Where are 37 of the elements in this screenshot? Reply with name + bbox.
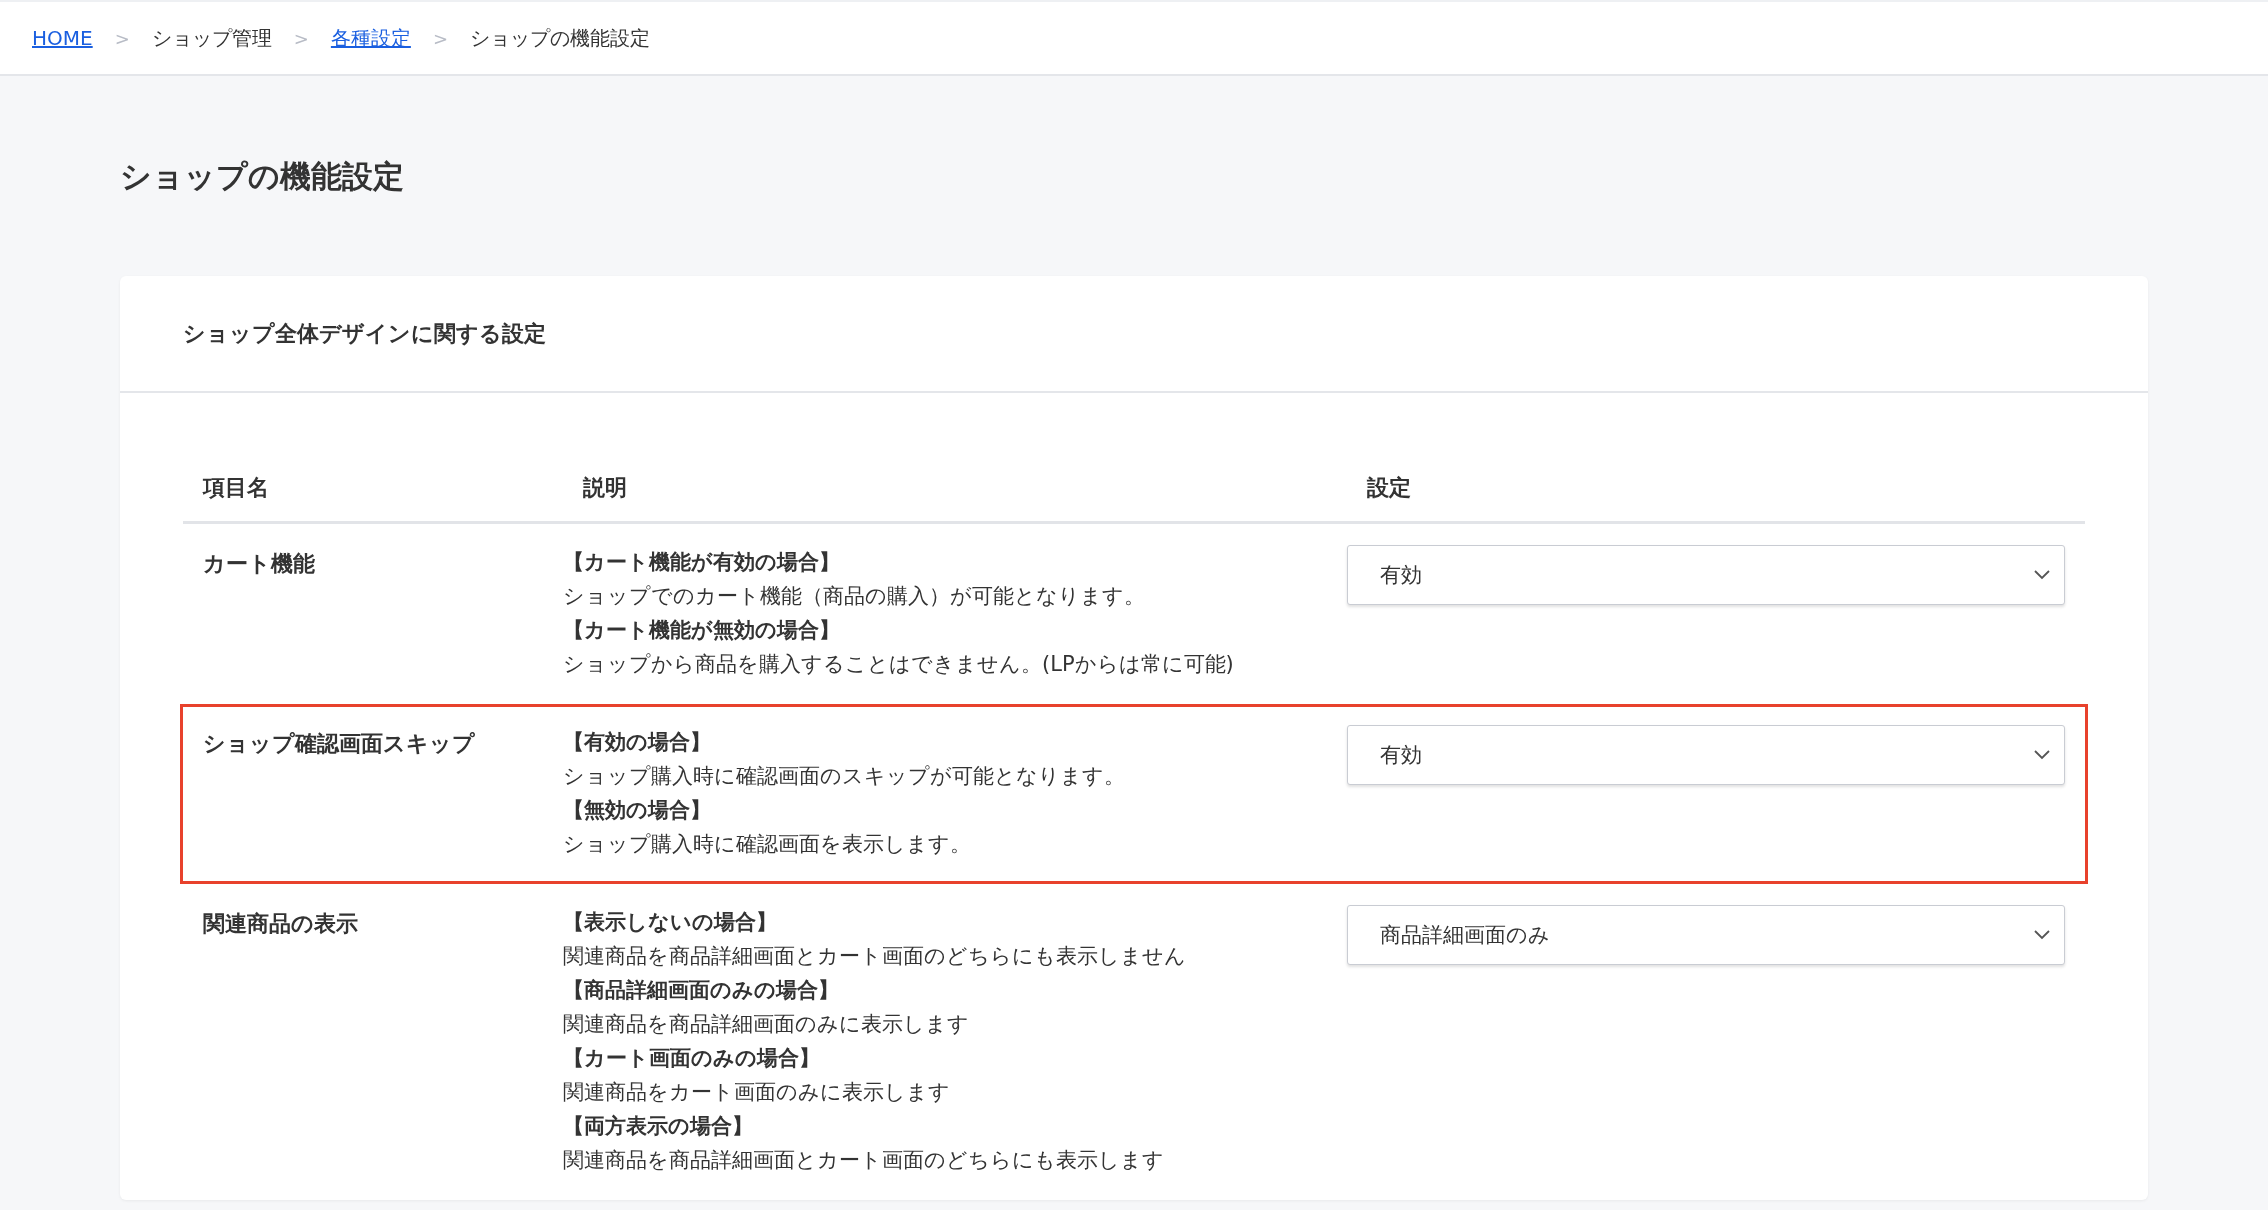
breadcrumb-text: ショップ管理 — [151, 24, 272, 52]
breadcrumb-link[interactable]: HOME — [32, 26, 93, 50]
breadcrumb-separator: > — [293, 27, 309, 49]
card-title: ショップ全体デザインに関する設定 — [183, 319, 546, 348]
setting-select[interactable]: 有効 — [1347, 545, 2065, 605]
chevron-down-icon — [2034, 750, 2050, 760]
description-heading: 【カート画面のみの場合】 — [563, 1045, 820, 1072]
description-text: ショップから商品を購入することはできません。(LPからは常に可能) — [563, 651, 1234, 678]
setting-name: カート機能 — [202, 550, 315, 578]
description-heading: 【カート機能が無効の場合】 — [563, 617, 840, 644]
description-heading: 【カート機能が有効の場合】 — [563, 549, 840, 576]
description-text: ショップ購入時に確認画面を表示します。 — [563, 831, 971, 858]
chevron-down-icon — [2034, 570, 2050, 580]
breadcrumb-text: ショップの機能設定 — [469, 24, 650, 52]
setting-name: ショップ確認画面スキップ — [202, 730, 475, 758]
description-heading: 【表示しないの場合】 — [563, 909, 777, 936]
page-title: ショップの機能設定 — [120, 157, 405, 196]
description-text: 関連商品をカート画面のみに表示します — [563, 1079, 950, 1106]
breadcrumb-separator: > — [114, 27, 130, 49]
description-heading: 【有効の場合】 — [563, 729, 711, 756]
description-text: ショップ購入時に確認画面のスキップが可能となります。 — [563, 763, 1125, 790]
description-text: 関連商品を商品詳細画面のみに表示します — [563, 1011, 969, 1038]
breadcrumb-link[interactable]: 各種設定 — [330, 24, 411, 52]
setting-select[interactable]: 商品詳細画面のみ — [1347, 905, 2065, 965]
breadcrumb-separator: > — [432, 27, 448, 49]
setting-name: 関連商品の表示 — [202, 910, 358, 938]
chevron-down-icon — [2034, 930, 2050, 940]
description-heading: 【両方表示の場合】 — [563, 1113, 753, 1140]
description-heading: 【無効の場合】 — [563, 797, 711, 824]
column-header: 項目名 — [201, 474, 269, 502]
description-text: 関連商品を商品詳細画面とカート画面のどちらにも表示します — [563, 1147, 1164, 1174]
column-header: 設定 — [1366, 474, 1411, 502]
description-heading: 【商品詳細画面のみの場合】 — [563, 977, 839, 1004]
setting-select[interactable]: 有効 — [1347, 725, 2065, 785]
description-text: ショップでのカート機能（商品の購入）が可能となります。 — [563, 583, 1145, 610]
column-header: 説明 — [582, 474, 627, 502]
description-text: 関連商品を商品詳細画面とカート画面のどちらにも表示しません — [563, 943, 1186, 970]
